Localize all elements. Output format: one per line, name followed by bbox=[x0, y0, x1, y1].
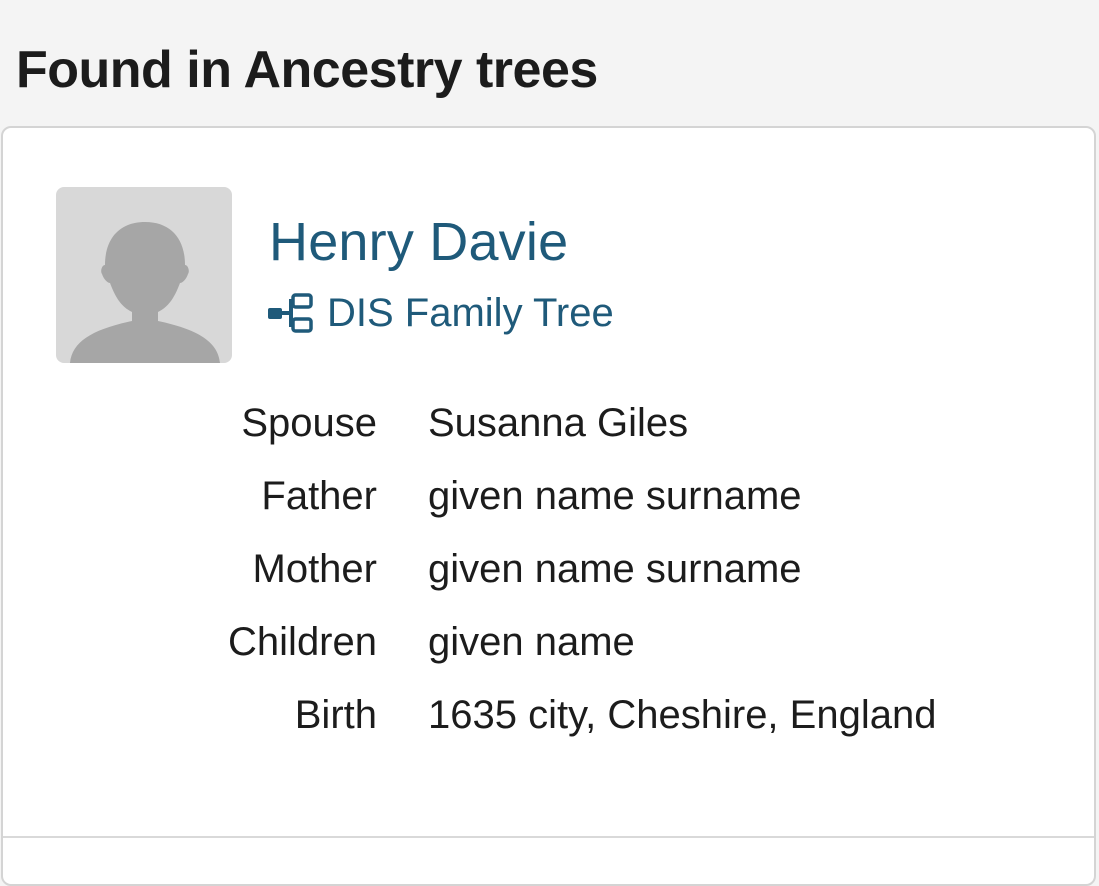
fact-value: given name surname bbox=[428, 474, 802, 518]
card-divider bbox=[3, 836, 1094, 838]
person-silhouette-icon bbox=[56, 187, 232, 363]
tree-record-card: Henry Davie DIS Family Tree Spouse Susan… bbox=[1, 126, 1096, 886]
fact-label: Spouse bbox=[241, 401, 377, 445]
fact-row-mother: Mother given name surname bbox=[3, 544, 1094, 604]
fact-label: Birth bbox=[294, 693, 377, 737]
section-title: Found in Ancestry trees bbox=[16, 41, 598, 99]
fact-row-spouse: Spouse Susanna Giles bbox=[3, 398, 1094, 458]
fact-value: given name bbox=[428, 620, 635, 664]
fact-label: Children bbox=[228, 620, 377, 664]
fact-label: Mother bbox=[252, 547, 378, 591]
family-tree-name: DIS Family Tree bbox=[327, 291, 614, 335]
person-name-link[interactable]: Henry Davie bbox=[269, 210, 568, 274]
fact-value: Susanna Giles bbox=[428, 401, 689, 445]
fact-row-birth: Birth 1635 city, Cheshire, England bbox=[3, 690, 1094, 750]
fact-value: given name surname bbox=[428, 547, 802, 591]
family-tree-icon bbox=[268, 293, 313, 333]
fact-row-father: Father given name surname bbox=[3, 471, 1094, 531]
family-tree-link[interactable]: DIS Family Tree bbox=[267, 288, 614, 338]
fact-value: 1635 city, Cheshire, England bbox=[428, 693, 937, 737]
fact-label: Father bbox=[261, 474, 377, 518]
fact-row-children: Children given name bbox=[3, 617, 1094, 677]
